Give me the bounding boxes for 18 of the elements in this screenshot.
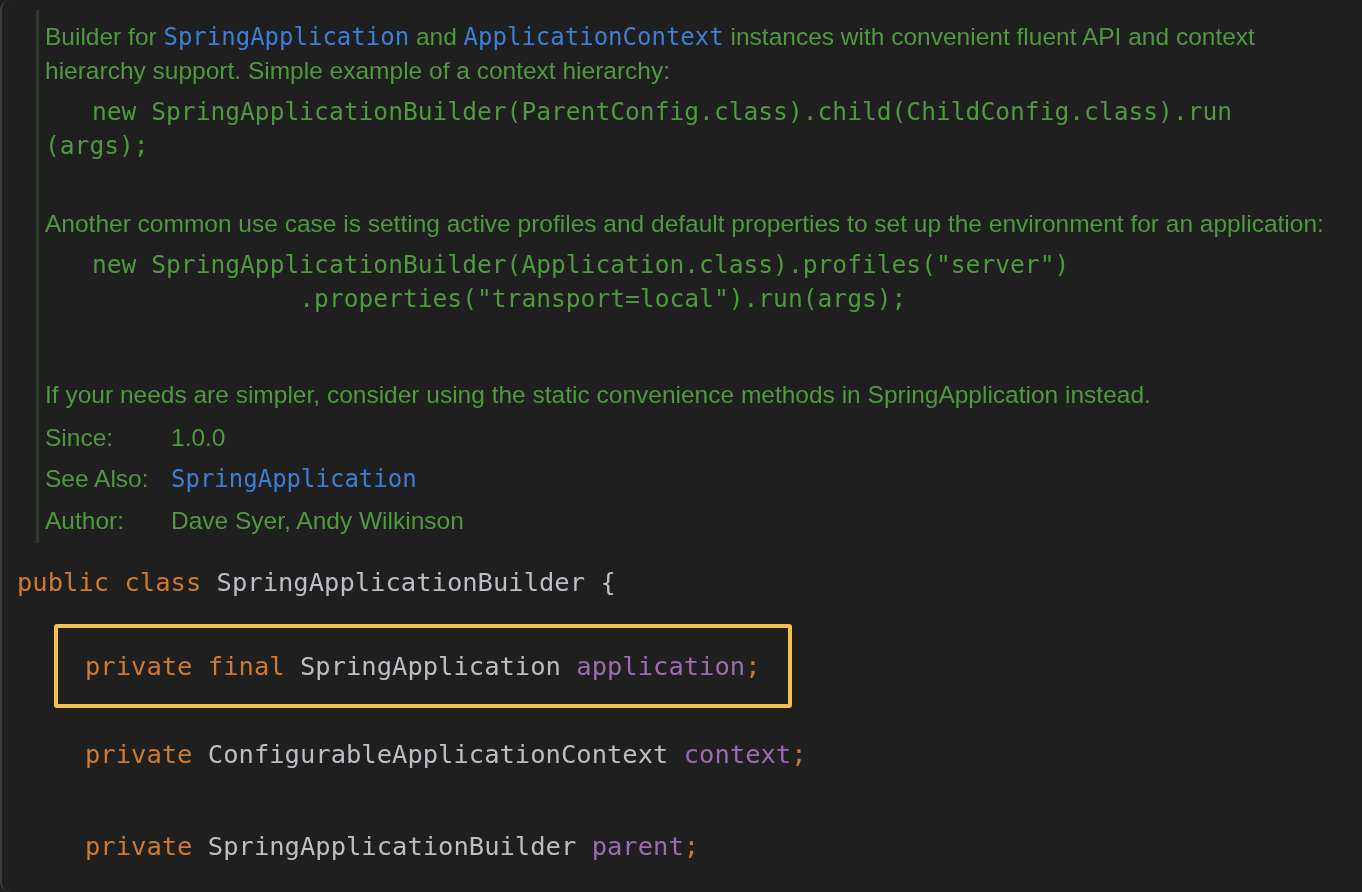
tag-value: 1.0.0 bbox=[171, 424, 226, 451]
tag-label: See Also: bbox=[45, 464, 150, 494]
tag-label: Author: bbox=[45, 506, 125, 536]
doc-code-line: .properties("transport=local").run(args); bbox=[298, 283, 908, 315]
code-line: public class SpringApplicationBuilder { bbox=[17, 566, 616, 599]
doc-paragraph: If your needs are simpler, consider using the static convenience methods in SpringApplication instead. bbox=[45, 380, 1152, 410]
code-line: private SpringApplicationBuilder parent; bbox=[84, 830, 701, 863]
tag-value: Dave Syer, Andy Wilkinson bbox=[171, 507, 464, 534]
doc-link[interactable]: SpringApplication bbox=[171, 465, 417, 493]
doc-paragraph: Another common use case is setting active profiles and default properties to set up the environment for an application: bbox=[45, 209, 1325, 239]
doc-code-line: (args); bbox=[45, 130, 150, 162]
doc-paragraph: Builder for SpringApplication and ApplicationContext instances with convenient fluent API and context hierarchy support. Simple example of a context hierarchy: bbox=[45, 22, 1256, 86]
doc-link[interactable]: ApplicationContext bbox=[463, 23, 724, 51]
doc-code-line: new SpringApplicationBuilder(Application.class).profiles("server") bbox=[91, 249, 1071, 281]
doc-link[interactable]: SpringApplication bbox=[163, 23, 410, 51]
code-line: private ConfigurableApplicationContext context; bbox=[84, 738, 808, 771]
tag-label: Since: bbox=[45, 423, 115, 453]
doc-code-line: new SpringApplicationBuilder(ParentConfig.class).child(ChildConfig.class).run bbox=[91, 96, 1234, 128]
